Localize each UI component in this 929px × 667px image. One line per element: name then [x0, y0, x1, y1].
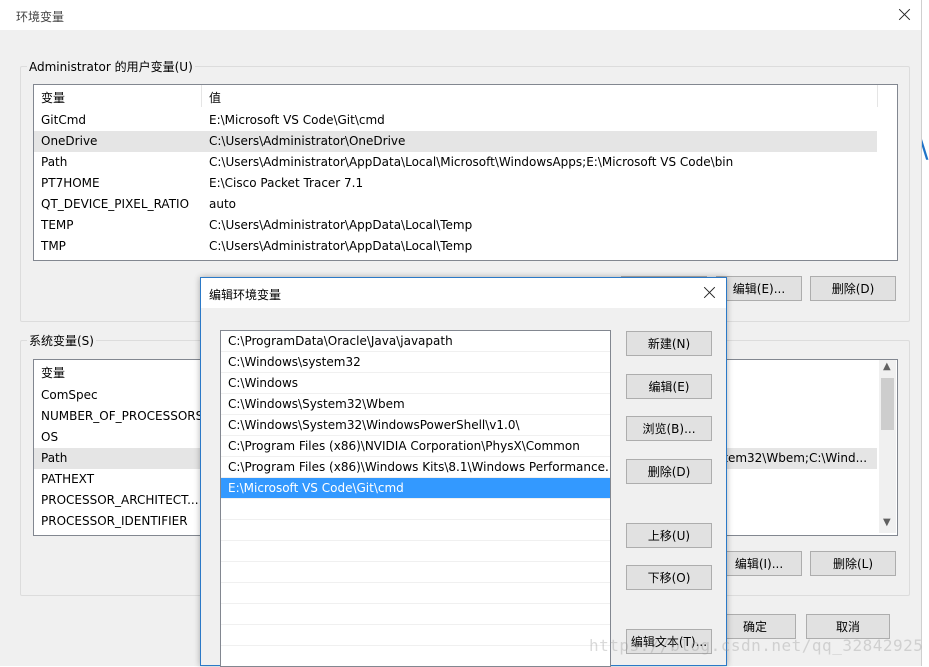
empty-row[interactable]	[221, 646, 610, 666]
variable-value: C:\Users\Administrator\AppData\Local\Tem…	[209, 218, 473, 232]
empty-row[interactable]	[221, 520, 610, 541]
system-variables-label: 系统变量(S)	[27, 332, 96, 349]
variable-name: QT_DEVICE_PIXEL_RATIO	[41, 197, 190, 211]
path-entry[interactable]: C:\Program Files (x86)\NVIDIA Corporatio…	[221, 436, 610, 457]
move-up-button[interactable]: 上移(U)	[626, 523, 712, 548]
dialog-titlebar: 编辑环境变量	[201, 278, 726, 308]
scroll-up-icon[interactable]: ▲	[883, 361, 891, 372]
variable-name: ComSpec	[41, 388, 98, 402]
path-entries-list[interactable]: C:\ProgramData\Oracle\Java\javapath C:\Wi…	[220, 330, 611, 667]
variable-name: PT7HOME	[41, 176, 100, 190]
path-text: C:\Windows\System32\WindowsPowerShell\v1…	[228, 418, 520, 432]
empty-row[interactable]	[221, 499, 610, 520]
move-down-button[interactable]: 下移(O)	[626, 565, 712, 590]
path-entry[interactable]: C:\Windows\System32\Wbem	[221, 394, 610, 415]
window-title: 环境变量	[16, 10, 65, 24]
table-row[interactable]: TEMP C:\Users\Administrator\AppData\Local…	[34, 215, 877, 236]
variable-name: GitCmd	[41, 113, 87, 127]
variable-value: C:\Users\Administrator\OneDrive	[209, 134, 406, 148]
path-entry[interactable]: C:\Windows	[221, 373, 610, 394]
path-text: C:\Windows\System32\Wbem	[228, 397, 405, 411]
variable-name: TEMP	[41, 218, 74, 232]
browse-button[interactable]: 浏览(B)...	[626, 416, 712, 441]
table-row[interactable]: Path C:\Users\Administrator\AppData\Local…	[34, 152, 877, 173]
delete-button[interactable]: 删除(D)	[626, 459, 712, 484]
path-text: C:\Program Files (x86)\Windows Kits\8.1\…	[228, 460, 611, 474]
close-icon[interactable]	[698, 282, 720, 304]
path-entry[interactable]: C:\Windows\System32\WindowsPowerShell\v1…	[221, 415, 610, 436]
table-row[interactable]: TMP C:\Users\Administrator\AppData\Local\…	[34, 236, 877, 257]
variable-value: C:\Users\Administrator\AppData\Local\Tem…	[209, 239, 473, 253]
path-text: C:\ProgramData\Oracle\Java\javapath	[228, 334, 453, 348]
user-variables-list[interactable]: 变量 值 GitCmd E:\Microsoft VS Code\Git\cmd O…	[33, 84, 898, 261]
path-entry[interactable]: C:\ProgramData\Oracle\Java\javapath	[221, 331, 610, 352]
scrollbar-thumb[interactable]	[881, 378, 894, 430]
variable-value: C:\Users\Administrator\AppData\Local\Mic…	[209, 155, 734, 169]
variable-name: TMP	[41, 239, 66, 253]
table-row[interactable]: OneDrive C:\Users\Administrator\OneDrive	[34, 131, 877, 152]
variable-name: PATHEXT	[41, 472, 95, 486]
empty-row[interactable]	[221, 604, 610, 625]
empty-row[interactable]	[221, 541, 610, 562]
variable-value: auto	[209, 197, 237, 211]
edit-button[interactable]: 编辑(E)	[626, 374, 712, 399]
table-row[interactable]: QT_DEVICE_PIXEL_RATIO auto	[34, 194, 877, 215]
variable-value: stem32\Wbem;C:\Wind...	[717, 451, 868, 465]
watermark: https://blog.csdn.net/qq_32842925	[589, 636, 924, 655]
edit-environment-variable-dialog: 编辑环境变量 C:\ProgramData\Oracle\Java\javapa…	[200, 277, 727, 667]
close-icon[interactable]	[893, 4, 915, 26]
user-delete-button[interactable]: 删除(D)	[810, 276, 896, 301]
variable-name: PROCESSOR_ARCHITECT...	[41, 493, 199, 507]
variable-value: E:\Cisco Packet Tracer 7.1	[209, 176, 364, 190]
dialog-title: 编辑环境变量	[209, 288, 282, 302]
empty-row[interactable]	[221, 562, 610, 583]
path-entry[interactable]: C:\Program Files (x86)\Windows Kits\8.1\…	[221, 457, 610, 478]
column-header-value[interactable]: 值	[209, 89, 221, 106]
list-header: 变量 值	[34, 85, 897, 107]
path-entry[interactable]: E:\Microsoft VS Code\Git\cmd	[221, 478, 610, 499]
path-text: C:\Windows	[228, 376, 299, 390]
path-entry[interactable]: C:\Windows\system32	[221, 352, 610, 373]
variable-name: Path	[41, 451, 68, 465]
user-edit-button[interactable]: 编辑(E)...	[716, 276, 802, 301]
variable-name: OneDrive	[41, 134, 98, 148]
variable-name: PROCESSOR_IDENTIFIER	[41, 514, 188, 528]
variable-name: Path	[41, 155, 68, 169]
table-row[interactable]: PT7HOME E:\Cisco Packet Tracer 7.1	[34, 173, 877, 194]
path-text: E:\Microsoft VS Code\Git\cmd	[228, 481, 404, 495]
path-text: C:\Windows\system32	[228, 355, 361, 369]
background-fragment	[921, 0, 929, 666]
scroll-down-icon[interactable]: ▼	[883, 517, 891, 528]
system-edit-button[interactable]: 编辑(I)...	[716, 551, 802, 576]
column-header-variable[interactable]: 变量	[41, 364, 65, 381]
table-row[interactable]: GitCmd E:\Microsoft VS Code\Git\cmd	[34, 110, 877, 131]
user-variables-label: Administrator 的用户变量(U)	[27, 58, 195, 75]
column-header-variable[interactable]: 变量	[41, 89, 65, 106]
system-delete-button[interactable]: 删除(L)	[810, 551, 896, 576]
variable-name: NUMBER_OF_PROCESSORS	[41, 409, 204, 423]
path-text: C:\Program Files (x86)\NVIDIA Corporatio…	[228, 439, 580, 453]
empty-row[interactable]	[221, 625, 610, 646]
new-button[interactable]: 新建(N)	[626, 331, 712, 356]
empty-row[interactable]	[221, 583, 610, 604]
variable-name: OS	[41, 430, 59, 444]
window-titlebar: 环境变量	[0, 0, 921, 30]
system-list-scrollbar[interactable]: ▲ ▼	[879, 360, 896, 533]
variable-value: E:\Microsoft VS Code\Git\cmd	[209, 113, 385, 127]
